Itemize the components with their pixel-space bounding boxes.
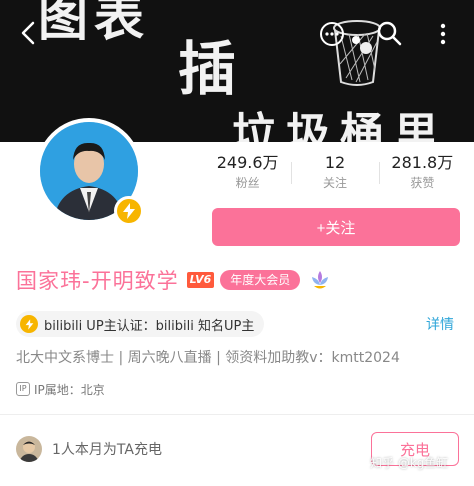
divider — [0, 414, 474, 415]
ip-location: IP IP属地：北京 — [16, 380, 105, 398]
username: 国家玮-开明致学 — [16, 269, 179, 293]
stat-value: 281.8万 — [391, 153, 454, 172]
stat-likes[interactable]: 281.8万 获赞 — [378, 152, 466, 196]
vip-badge[interactable]: 年度大会员 — [220, 270, 301, 290]
profile-page: 图表 插 垃圾桶里 249.6万 粉丝 12 关注 281.8万 获赞 +关注 … — [0, 0, 474, 486]
ip-icon: IP — [16, 382, 30, 396]
certification-text: bilibili UP主认证：bilibili 知名UP主 — [44, 318, 255, 334]
banner-text-line3: 垃圾桶里 — [232, 109, 448, 142]
charge-count-text: 1人本月为TA充电 — [52, 442, 162, 458]
lotus-emblem-icon[interactable] — [310, 269, 330, 291]
stat-label: 关注 — [322, 176, 347, 190]
more-menu-icon[interactable] — [436, 20, 450, 48]
ip-location-text: IP属地：北京 — [34, 382, 105, 397]
search-icon[interactable] — [374, 18, 404, 48]
stat-following[interactable]: 12 关注 — [291, 152, 378, 196]
stats-bar: 249.6万 粉丝 12 关注 281.8万 获赞 — [204, 152, 466, 196]
certification-tag: bilibili UP主认证：bilibili 知名UP主 — [16, 311, 265, 337]
stat-value: 249.6万 — [216, 153, 279, 172]
bio-text: 北大中文系博士 | 周六晚八直播 | 领资料加助教v：kmtt2024 — [16, 350, 400, 366]
chat-bubble-icon[interactable] — [318, 20, 346, 48]
stat-value: 12 — [324, 153, 346, 172]
banner-text-line2: 插 — [178, 35, 243, 103]
lightning-icon — [20, 315, 38, 333]
stat-followers[interactable]: 249.6万 粉丝 — [204, 152, 291, 196]
follow-button[interactable]: +关注 — [212, 208, 460, 246]
banner-text-line1: 图表 — [38, 0, 150, 47]
verified-bolt-icon — [114, 196, 144, 226]
back-icon[interactable] — [16, 20, 42, 46]
level-badge: LV6 — [186, 272, 215, 288]
charge-row[interactable]: 1人本月为TA充电 — [16, 434, 162, 464]
stat-label: 获赞 — [410, 176, 435, 190]
details-link[interactable]: 详情 — [426, 314, 454, 334]
stat-label: 粉丝 — [235, 176, 260, 190]
watermark: 知乎 @kg鱼缸 — [370, 456, 449, 470]
name-row: 国家玮-开明致学 LV6 年度大会员 — [16, 266, 330, 294]
supporter-avatar — [16, 436, 42, 462]
